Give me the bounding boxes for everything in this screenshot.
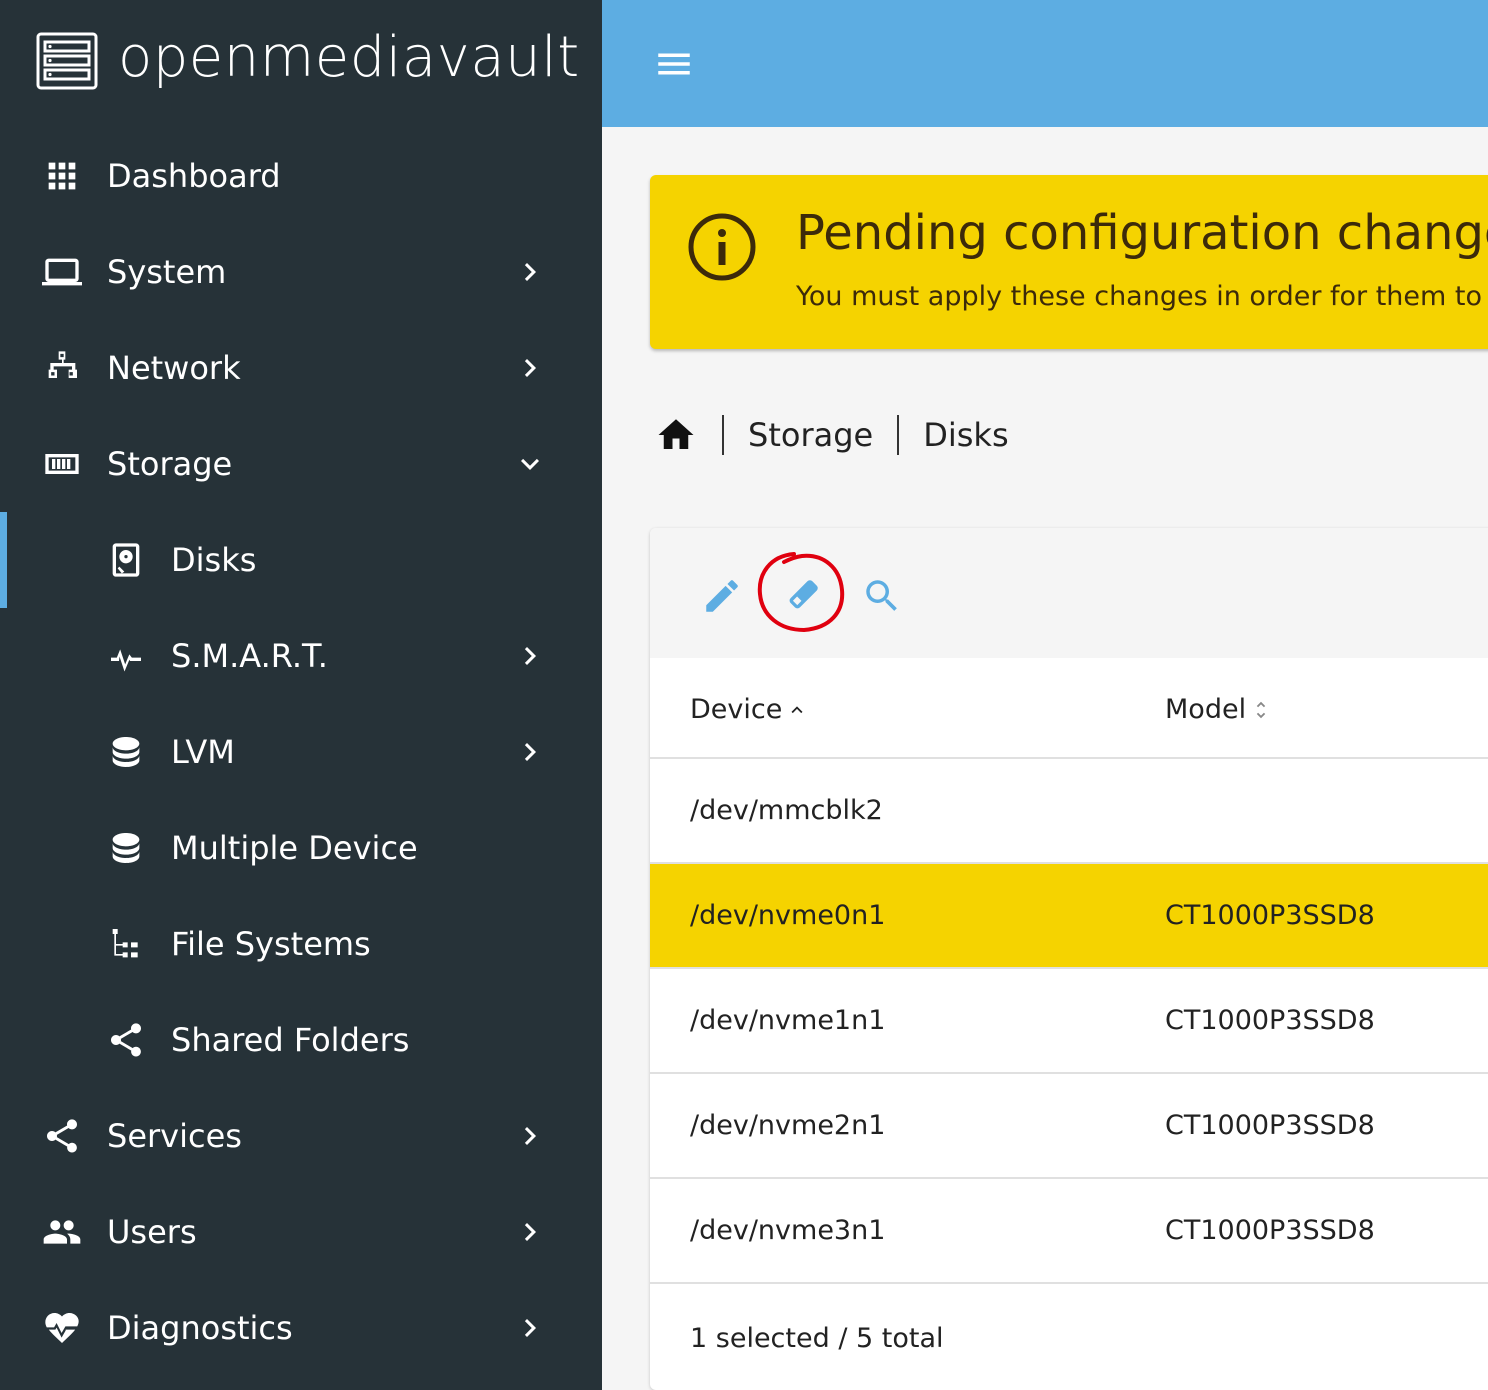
alert-message: You must apply these changes in order fo… [796, 281, 1488, 312]
sidebar-item-label: Disks [171, 541, 257, 579]
selection-summary: 1 selected / 5 total [690, 1323, 944, 1354]
sort-asc-icon [791, 705, 803, 713]
brand-name: openmediavault [118, 24, 580, 90]
column-header-model[interactable]: Model [1165, 694, 1272, 725]
sidebar-item-smart[interactable]: S.M.A.R.T. [0, 608, 602, 704]
column-header-label: Device [690, 694, 783, 725]
cell-device: /dev/mmcblk2 [690, 795, 883, 826]
column-header-label: Model [1165, 694, 1247, 725]
cell-model: CT1000P3SSD8 [1165, 1110, 1375, 1141]
edit-button[interactable] [698, 572, 746, 620]
database-icon [104, 826, 148, 870]
menu-toggle-button[interactable] [650, 42, 698, 86]
sidebar-item-label: File Systems [171, 925, 371, 963]
sidebar-item-system[interactable]: System [0, 224, 602, 320]
disk-icon [104, 538, 148, 582]
sidebar-item-disks[interactable]: Disks [0, 512, 602, 608]
sidebar-item-storage[interactable]: Storage [0, 416, 602, 512]
chevron-right-icon [510, 732, 550, 772]
sidebar: openmediavault Dashboard System Network … [0, 0, 602, 1390]
menu-icon [658, 53, 690, 75]
sidebar-item-label: Shared Folders [171, 1021, 410, 1059]
server-logo-icon [36, 32, 98, 90]
table-row[interactable]: /dev/mmcblk2 [650, 759, 1488, 864]
table-row[interactable]: /dev/nvme3n1 CT1000P3SSD8 [650, 1179, 1488, 1284]
share-icon [104, 1018, 148, 1062]
red-circle-annotation [757, 552, 845, 633]
breadcrumb: Storage Disks [654, 413, 1009, 457]
sidebar-item-multiple-device[interactable]: Multiple Device [0, 800, 602, 896]
sidebar-item-label: Services [107, 1117, 242, 1155]
home-icon [658, 419, 694, 449]
search-button[interactable] [858, 572, 906, 620]
disks-table-card: Device Model /dev/mmcblk2 /dev/nvme0n1 C… [650, 528, 1488, 1390]
home-button[interactable] [654, 413, 698, 457]
sidebar-item-services[interactable]: Services [0, 1088, 602, 1184]
database-icon [104, 730, 148, 774]
file-tree-icon [104, 922, 148, 966]
chevron-right-icon [510, 1308, 550, 1348]
cell-device: /dev/nvme1n1 [690, 1005, 886, 1036]
chevron-right-icon [510, 636, 550, 676]
sidebar-item-label: Dashboard [107, 157, 281, 195]
breadcrumb-storage[interactable]: Storage [748, 416, 873, 454]
share-icon [40, 1114, 84, 1158]
sort-unsorted-icon [1256, 701, 1266, 718]
cell-model: CT1000P3SSD8 [1165, 900, 1375, 931]
cell-model: CT1000P3SSD8 [1165, 1215, 1375, 1246]
pulse-icon [104, 634, 148, 678]
pencil-icon [706, 580, 738, 612]
brand[interactable]: openmediavault [36, 24, 580, 96]
table-footer: 1 selected / 5 total [650, 1285, 1488, 1390]
search-icon [866, 580, 897, 611]
chevron-right-icon [510, 252, 550, 292]
storage-icon [40, 442, 84, 486]
pending-changes-alert: Pending configuration changes You must a… [650, 175, 1488, 349]
top-bar [602, 0, 1488, 127]
sidebar-item-network[interactable]: Network [0, 320, 602, 416]
cell-device: /dev/nvme2n1 [690, 1110, 886, 1141]
chevron-right-icon [510, 1116, 550, 1156]
table-toolbar [650, 528, 1488, 658]
table-row[interactable]: /dev/nvme2n1 CT1000P3SSD8 [650, 1074, 1488, 1179]
sidebar-item-label: S.M.A.R.T. [171, 637, 328, 675]
chevron-down-icon [510, 444, 550, 484]
users-icon [40, 1210, 84, 1254]
sidebar-item-users[interactable]: Users [0, 1184, 602, 1280]
breadcrumb-separator [897, 415, 900, 455]
info-icon [688, 213, 756, 281]
sidebar-item-shared-folders[interactable]: Shared Folders [0, 992, 602, 1088]
sidebar-item-label: Storage [107, 445, 233, 483]
breadcrumb-disks[interactable]: Disks [923, 416, 1008, 454]
cell-device: /dev/nvme0n1 [690, 900, 886, 931]
sidebar-item-label: System [107, 253, 227, 291]
column-header-device[interactable]: Device [690, 694, 808, 725]
sidebar-item-label: Network [107, 349, 241, 387]
sidebar-item-dashboard[interactable]: Dashboard [0, 128, 602, 224]
table-header: Device Model [650, 658, 1488, 759]
sidebar-item-label: Multiple Device [171, 829, 418, 867]
sidebar-item-label: Users [107, 1213, 197, 1251]
alert-title: Pending configuration changes [796, 205, 1488, 261]
main-content: Pending configuration changes You must a… [602, 127, 1488, 1390]
network-icon [40, 346, 84, 390]
laptop-icon [40, 250, 84, 294]
cell-device: /dev/nvme3n1 [690, 1215, 886, 1246]
chevron-right-icon [510, 1212, 550, 1252]
chevron-right-icon [510, 348, 550, 388]
sidebar-item-lvm[interactable]: LVM [0, 704, 602, 800]
sidebar-item-diagnostics[interactable]: Diagnostics [0, 1280, 602, 1376]
sidebar-item-label: Diagnostics [107, 1309, 293, 1347]
dashboard-icon [40, 154, 84, 198]
sidebar-item-label: LVM [171, 733, 235, 771]
heart-pulse-icon [40, 1306, 84, 1350]
table-row[interactable]: /dev/nvme1n1 CT1000P3SSD8 [650, 969, 1488, 1074]
breadcrumb-separator [722, 415, 724, 455]
sidebar-item-file-systems[interactable]: File Systems [0, 896, 602, 992]
table-row-selected[interactable]: /dev/nvme0n1 CT1000P3SSD8 [650, 864, 1488, 969]
cell-model: CT1000P3SSD8 [1165, 1005, 1375, 1036]
